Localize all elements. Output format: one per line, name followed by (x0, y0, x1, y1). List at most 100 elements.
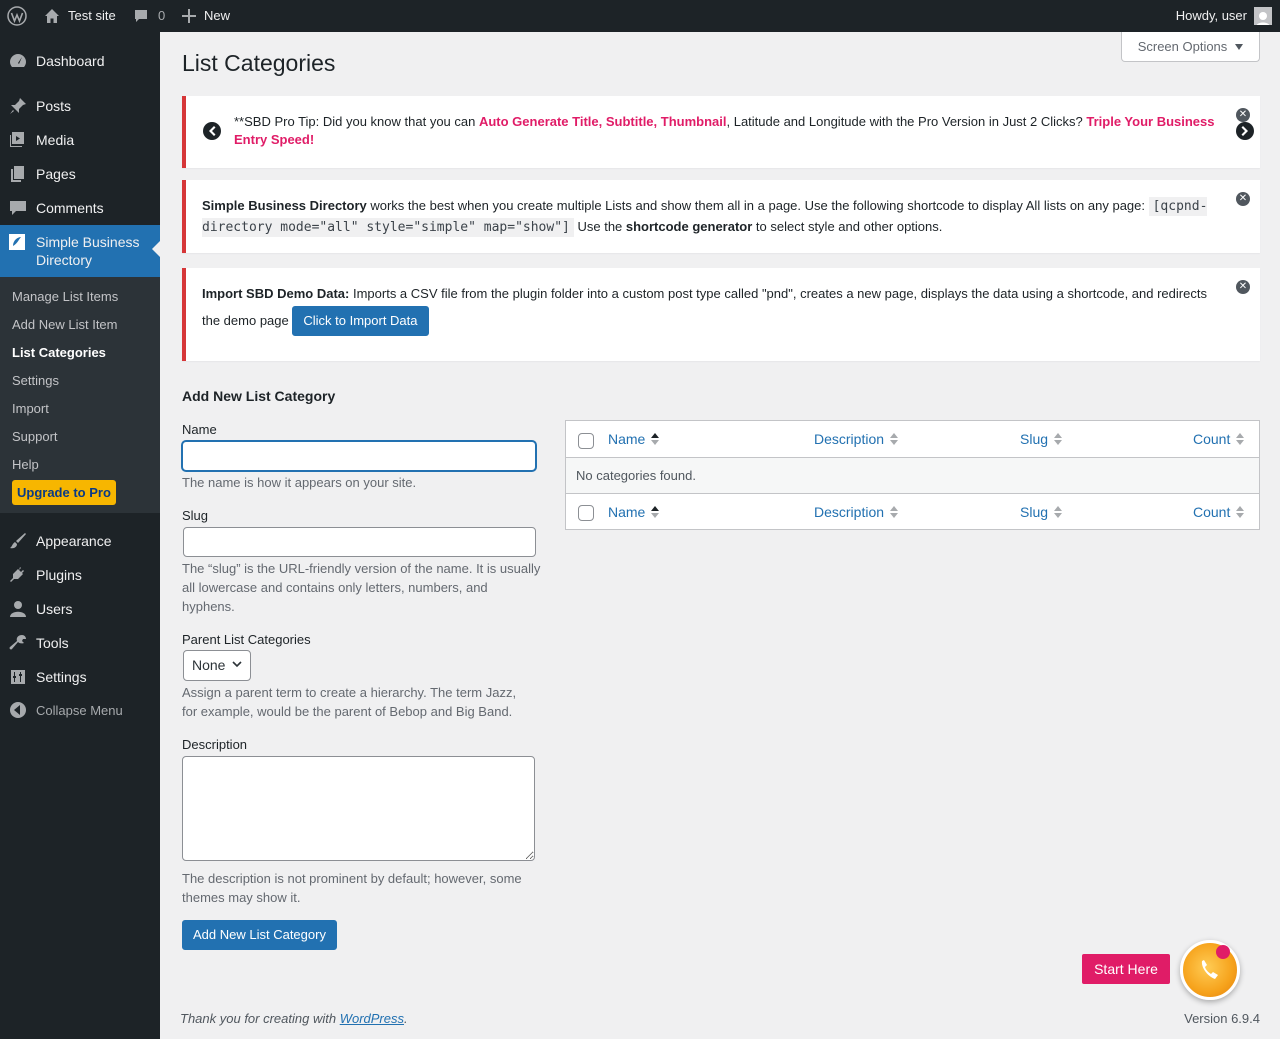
site-name-link[interactable]: Test site (44, 0, 116, 32)
column-label: Description (814, 504, 885, 520)
pro-tip-middle: , Latitude and Longitude with the Pro Ve… (726, 114, 1087, 129)
description-label: Description (182, 737, 248, 752)
column-slug-sort[interactable]: Slug (1020, 431, 1063, 447)
start-here-button[interactable]: Start Here (1082, 954, 1170, 984)
sidebar-item-appearance[interactable]: Appearance (0, 524, 160, 558)
submenu-support[interactable]: Support (12, 429, 58, 444)
screen-options-label: Screen Options (1137, 39, 1228, 54)
page-title: List Categories (182, 50, 336, 76)
media-icon (9, 131, 27, 149)
dashboard-icon (9, 52, 27, 70)
submenu-list-categories[interactable]: List Categories (12, 345, 106, 360)
submenu-help[interactable]: Help (12, 457, 39, 472)
howdy-text: Howdy, user (1175, 8, 1247, 23)
footer-thanks-suffix: . (404, 1011, 408, 1026)
home-icon (45, 9, 59, 23)
dismiss-close-icon[interactable]: ✕ (1236, 280, 1250, 294)
import-notice-text: Import SBD Demo Data: Imports a CSV file… (202, 282, 1222, 336)
comment-icon (9, 199, 27, 217)
slug-input[interactable] (183, 527, 536, 557)
upgrade-to-pro-button[interactable]: Upgrade to Pro (12, 480, 116, 505)
column-name-sort-footer[interactable]: Name (608, 504, 660, 520)
sort-arrows-icon (1054, 506, 1063, 518)
table-header-row: Name Description Slug Count (566, 421, 1259, 458)
sidebar-item-simple-business-directory[interactable]: Simple Business Directory (0, 225, 160, 277)
column-description-sort-footer[interactable]: Description (814, 504, 899, 520)
sidebar-item-settings[interactable]: Settings (0, 660, 160, 694)
sidebar-item-plugins[interactable]: Plugins (0, 558, 160, 592)
plus-icon (182, 9, 196, 23)
pro-tip-highlight-features[interactable]: Auto Generate Title, Subtitle, Thumbnail (479, 114, 727, 129)
dismiss-close-icon[interactable]: ✕ (1236, 192, 1250, 206)
shortcode-notice: Simple Business Directory works the best… (182, 180, 1260, 253)
support-chat-avatar[interactable] (1180, 940, 1240, 1000)
name-input[interactable] (182, 441, 536, 471)
submenu-settings[interactable]: Settings (12, 373, 59, 388)
column-label: Name (608, 504, 646, 520)
column-name-sort[interactable]: Name (608, 431, 660, 447)
column-count-sort-footer[interactable]: Count (1193, 504, 1245, 520)
parent-category-select[interactable]: None (183, 650, 251, 681)
wordpress-logo-icon[interactable] (7, 0, 27, 32)
pages-icon (9, 165, 27, 183)
user-icon (9, 600, 27, 618)
active-menu-indicator (152, 241, 160, 257)
directory-submenu: Manage List Items Add New List Item List… (0, 277, 160, 513)
sort-arrows-icon (651, 433, 660, 445)
submenu-import[interactable]: Import (12, 401, 49, 416)
parent-label: Parent List Categories (182, 632, 311, 647)
caret-down-icon (1235, 43, 1244, 50)
dismiss-close-icon[interactable]: ✕ (1236, 108, 1250, 122)
table-empty-row: No categories found. (566, 458, 1259, 494)
sidebar-item-tools[interactable]: Tools (0, 626, 160, 660)
comments-link[interactable]: 0 (133, 0, 165, 32)
sidebar-item-label: Settings (36, 669, 87, 685)
screen-options-button[interactable]: Screen Options (1121, 32, 1260, 62)
name-label: Name (182, 422, 217, 437)
site-name: Test site (68, 8, 116, 23)
plug-icon (9, 566, 27, 584)
collapse-icon (9, 701, 27, 719)
parent-help: Assign a parent term to create a hierarc… (182, 685, 517, 719)
column-label: Count (1193, 431, 1231, 447)
previous-arrow-icon[interactable] (203, 122, 221, 140)
select-all-checkbox-footer[interactable] (578, 505, 594, 521)
name-help: The name is how it appears on your site. (182, 475, 417, 490)
comment-bubble-icon (135, 10, 147, 22)
submenu-manage-list-items[interactable]: Manage List Items (12, 289, 118, 304)
column-count-sort[interactable]: Count (1193, 431, 1245, 447)
sidebar-item-dashboard[interactable]: Dashboard (0, 44, 160, 78)
import-title: Import SBD Demo Data: (202, 286, 350, 301)
table-footer-row: Name Description Slug Count (566, 493, 1259, 529)
phone-icon (1201, 945, 1230, 979)
add-new-category-button[interactable]: Add New List Category (182, 920, 337, 950)
parent-select-value: None (192, 657, 226, 673)
import-data-button[interactable]: Click to Import Data (292, 306, 429, 336)
sort-arrows-icon (1236, 506, 1245, 518)
sidebar-item-media[interactable]: Media (0, 123, 160, 157)
new-content-link[interactable]: New (182, 0, 230, 32)
wordpress-link[interactable]: WordPress (340, 1011, 404, 1026)
avatar (1254, 7, 1272, 25)
sort-arrows-icon (890, 433, 899, 445)
next-arrow-icon[interactable] (1236, 122, 1254, 140)
sort-arrows-icon (1236, 433, 1245, 445)
column-description-sort[interactable]: Description (814, 431, 899, 447)
settings-icon (9, 668, 27, 686)
select-all-checkbox[interactable] (578, 433, 594, 449)
add-category-heading: Add New List Category (182, 388, 336, 404)
sort-arrows-icon (651, 506, 660, 518)
sidebar-item-collapse-menu[interactable]: Collapse Menu (0, 693, 160, 727)
slug-help: The “slug” is the URL-friendly version o… (182, 561, 541, 614)
account-menu[interactable]: Howdy, user (1176, 0, 1272, 32)
sidebar-item-users[interactable]: Users (0, 592, 160, 626)
sidebar-item-comments[interactable]: Comments (0, 191, 160, 225)
sidebar-item-pages[interactable]: Pages (0, 157, 160, 191)
sidebar-item-posts[interactable]: Posts (0, 89, 160, 123)
submenu-add-new-list-item[interactable]: Add New List Item (12, 317, 118, 332)
description-textarea[interactable] (182, 756, 535, 861)
admin-sidebar: Dashboard Posts Media Pages Comments Sim… (0, 32, 160, 1039)
pin-icon (9, 97, 27, 115)
import-demo-notice: Import SBD Demo Data: Imports a CSV file… (182, 268, 1260, 361)
column-slug-sort-footer[interactable]: Slug (1020, 504, 1063, 520)
